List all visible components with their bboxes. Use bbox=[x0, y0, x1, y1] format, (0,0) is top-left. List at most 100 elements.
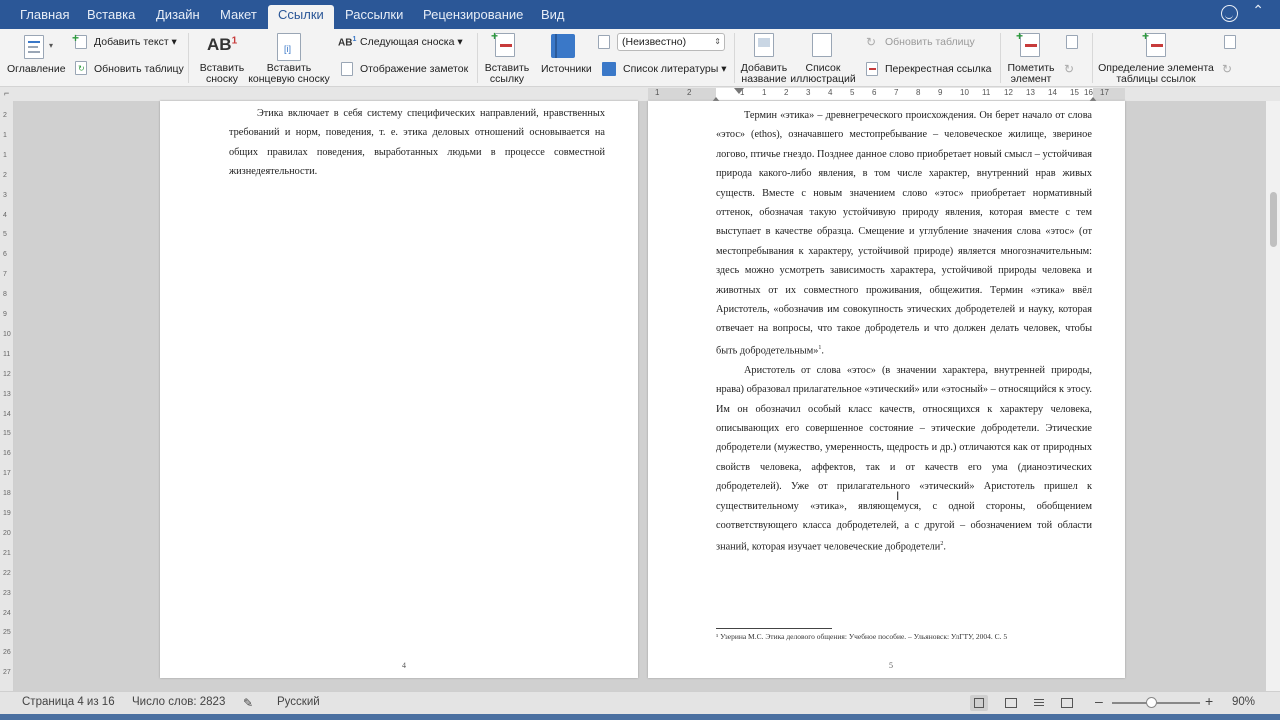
tab-design[interactable]: Дизайн bbox=[146, 5, 210, 29]
vertical-ruler-tick-label: 11 bbox=[3, 350, 11, 358]
sources-button[interactable]: Источники bbox=[541, 64, 592, 75]
table-of-figures-icon[interactable] bbox=[812, 33, 832, 57]
word-count[interactable]: Число слов: 2823 bbox=[132, 696, 225, 708]
update-table-figures-icon: ↻ bbox=[866, 35, 877, 49]
paragraph[interactable]: Этика включает в себя систему специфичес… bbox=[229, 104, 605, 182]
vertical-ruler-tick-label: 5 bbox=[3, 231, 7, 239]
mark-entry-icon[interactable]: + bbox=[1016, 29, 1040, 57]
add-text-icon: + bbox=[72, 31, 89, 50]
tab-home[interactable]: Главная bbox=[10, 5, 79, 29]
vertical-ruler-tick-label: 22 bbox=[3, 569, 11, 577]
vertical-ruler-tick-label: 4 bbox=[3, 211, 7, 219]
update-table-figures-button[interactable]: Обновить таблицу bbox=[885, 34, 975, 50]
tab-selector-icon[interactable]: ⌐ bbox=[4, 88, 9, 98]
tab-view[interactable]: Вид bbox=[531, 5, 575, 29]
mark-citation-button[interactable]: Определение элемента таблицы ссылок bbox=[1098, 63, 1214, 85]
page-4[interactable] bbox=[160, 101, 638, 678]
zoom-out-button[interactable]: – bbox=[1095, 693, 1103, 709]
outline-view-button[interactable] bbox=[1030, 695, 1048, 711]
ruler-tick-label: 1 bbox=[762, 88, 767, 97]
tab-mailings[interactable]: Рассылки bbox=[335, 5, 413, 29]
ruler-tick-label: 8 bbox=[916, 88, 921, 97]
zoom-in-button[interactable]: + bbox=[1205, 693, 1213, 709]
add-text-button[interactable]: Добавить текст ▾ bbox=[94, 34, 177, 50]
page-number: 5 bbox=[889, 661, 893, 670]
show-notes-button[interactable]: Отображение заметок bbox=[360, 61, 468, 77]
vertical-ruler-tick-label: 13 bbox=[3, 390, 11, 398]
vertical-ruler-tick-label: 27 bbox=[3, 669, 11, 677]
footnote-text[interactable]: ¹ Узерина М.С. Этика делового общения: У… bbox=[716, 632, 1007, 641]
tab-layout[interactable]: Макет bbox=[210, 5, 267, 29]
insert-citation-icon[interactable]: + bbox=[491, 29, 515, 57]
insert-endnote-button[interactable]: Вставить концевую сноску bbox=[247, 63, 331, 85]
update-index-icon[interactable]: ↻ bbox=[1064, 62, 1074, 76]
mark-entry-button[interactable]: Пометить элемент bbox=[1006, 63, 1056, 85]
tab-review[interactable]: Рецензирование bbox=[413, 5, 533, 29]
window-bottom-edge bbox=[0, 714, 1280, 720]
table-of-contents-icon[interactable] bbox=[24, 35, 44, 59]
update-table-icon: ↻ bbox=[74, 61, 88, 75]
ruler-tick-label: 16 bbox=[1084, 88, 1093, 97]
update-table-button[interactable]: Обновить таблицу bbox=[94, 61, 184, 77]
page-4-text[interactable]: Этика включает в себя систему специфичес… bbox=[229, 104, 605, 182]
vertical-scrollbar[interactable] bbox=[1266, 101, 1280, 691]
footnote-separator bbox=[716, 628, 832, 629]
mark-citation-icon[interactable]: + bbox=[1142, 29, 1166, 57]
first-line-indent-marker[interactable] bbox=[734, 88, 744, 94]
paragraph[interactable]: Аристотель от слова «этос» (в значении х… bbox=[716, 361, 1092, 557]
vertical-ruler-tick-label: 15 bbox=[3, 430, 11, 438]
table-of-figures-button[interactable]: Список иллюстраций bbox=[790, 63, 856, 85]
insert-caption-button[interactable]: Добавить название bbox=[740, 63, 788, 85]
proofing-icon[interactable]: ✎ bbox=[243, 696, 253, 710]
vertical-ruler-tick-label: 19 bbox=[3, 510, 11, 517]
vertical-ruler-tick-label: 3 bbox=[3, 191, 7, 199]
language-indicator[interactable]: Русский bbox=[277, 696, 320, 708]
status-bar: Страница 4 из 16 Число слов: 2823 ✎ Русс… bbox=[0, 691, 1280, 714]
next-footnote-button[interactable]: Следующая сноска ▾ bbox=[360, 34, 463, 50]
print-layout-view-button[interactable] bbox=[970, 695, 988, 711]
text-cursor-icon: I bbox=[896, 489, 900, 503]
vertical-ruler-tick-label: 24 bbox=[3, 609, 11, 617]
toc-button[interactable]: Оглавление bbox=[7, 64, 66, 75]
tab-insert[interactable]: Вставка bbox=[77, 5, 145, 29]
web-layout-view-button[interactable] bbox=[1002, 695, 1020, 711]
vertical-ruler-tick-label: 21 bbox=[3, 549, 11, 557]
insert-caption-icon[interactable] bbox=[754, 33, 774, 57]
read-mode-button[interactable] bbox=[1058, 695, 1076, 711]
ruler-tick-label: 17 bbox=[1100, 88, 1109, 97]
citation-style-select[interactable]: (Неизвестно) ⇕ bbox=[617, 33, 725, 51]
footnote-ref[interactable]: 1 bbox=[818, 345, 821, 351]
insert-citation-button[interactable]: Вставить ссылку bbox=[482, 63, 532, 85]
feedback-smile-icon[interactable] bbox=[1221, 5, 1238, 22]
update-table-of-authorities-icon[interactable]: ↻ bbox=[1222, 62, 1232, 76]
insert-footnote-button[interactable]: Вставить сноску bbox=[196, 63, 248, 85]
zoom-level[interactable]: 90% bbox=[1232, 696, 1255, 708]
scrollbar-thumb[interactable] bbox=[1270, 192, 1277, 247]
vertical-ruler-tick-label: 2 bbox=[3, 112, 7, 119]
vertical-ruler-tick-label: 14 bbox=[3, 410, 11, 418]
bibliography-button[interactable]: Список литературы ▾ bbox=[623, 61, 726, 77]
toc-dropdown-icon[interactable]: ▾ bbox=[49, 41, 53, 50]
insert-index-icon[interactable] bbox=[1066, 35, 1078, 49]
collapse-ribbon-icon[interactable]: ⌃ bbox=[1252, 2, 1264, 19]
page-5-text[interactable]: Термин «этика» – древнегреческого происх… bbox=[716, 106, 1092, 557]
insert-endnote-icon[interactable]: [i] bbox=[277, 33, 301, 61]
vertical-ruler-tick-label: 1 bbox=[3, 151, 7, 159]
paragraph[interactable]: Термин «этика» – древнегреческого происх… bbox=[716, 106, 1092, 361]
ruler-tick-label: 11 bbox=[982, 88, 991, 97]
ruler-tick-label: 12 bbox=[1004, 88, 1013, 97]
zoom-slider-knob[interactable] bbox=[1146, 697, 1157, 708]
vertical-ruler-tick-label: 9 bbox=[3, 311, 7, 318]
footnote-ref[interactable]: 2 bbox=[940, 541, 943, 547]
ruler-tick-label: 2 bbox=[784, 88, 789, 97]
vertical-ruler-tick-label: 17 bbox=[3, 470, 11, 478]
page-indicator[interactable]: Страница 4 из 16 bbox=[22, 696, 115, 708]
tab-references[interactable]: Ссылки bbox=[268, 5, 334, 29]
sources-icon[interactable] bbox=[551, 34, 575, 58]
ruler-tick-label: 6 bbox=[872, 88, 877, 97]
cross-reference-button[interactable]: Перекрестная ссылка bbox=[885, 61, 991, 77]
next-footnote-icon: AB1 bbox=[338, 36, 357, 49]
vertical-ruler-tick-label: 7 bbox=[3, 271, 7, 279]
insert-footnote-icon[interactable]: AB1 bbox=[207, 35, 237, 55]
insert-table-of-authorities-icon[interactable] bbox=[1224, 35, 1236, 49]
